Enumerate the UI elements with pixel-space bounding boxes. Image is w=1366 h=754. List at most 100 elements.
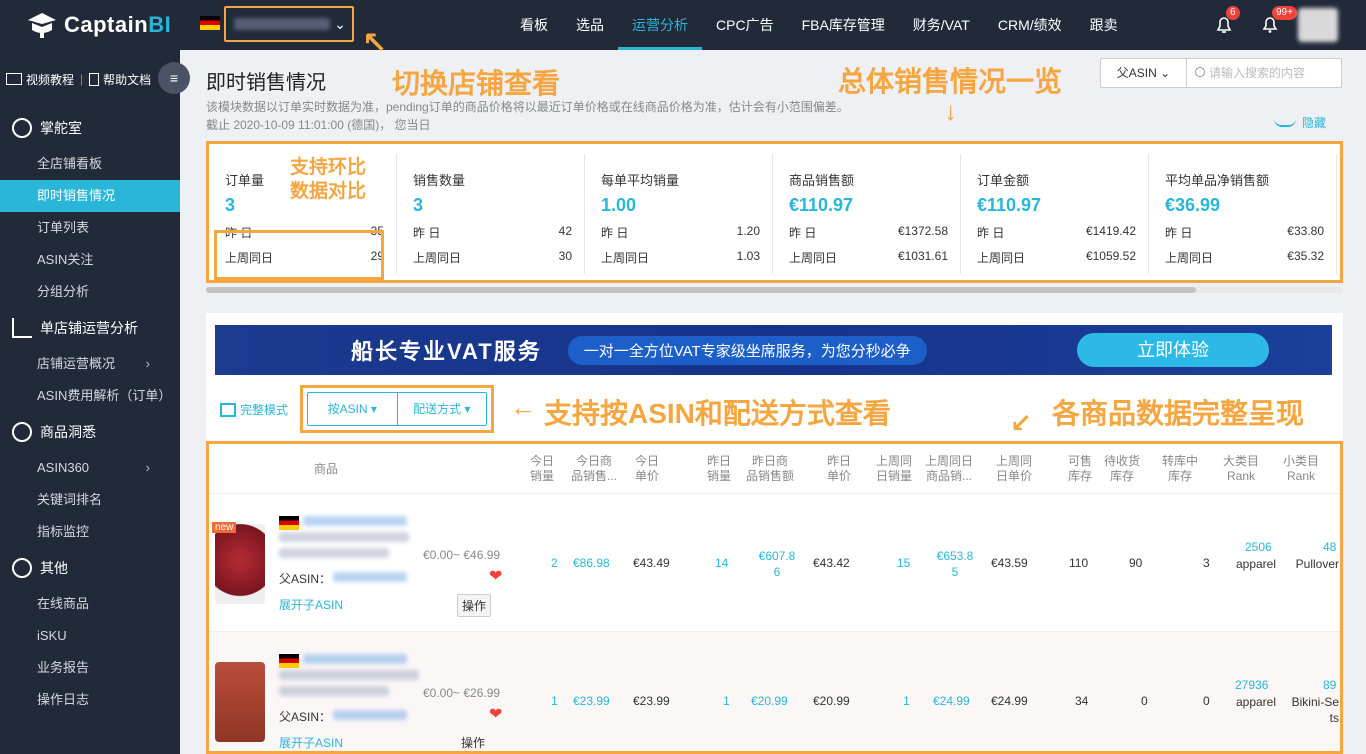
sidebar-group-label: 其他 bbox=[40, 560, 68, 576]
yesterday-qty[interactable]: 1 bbox=[723, 694, 730, 708]
product-image[interactable] bbox=[215, 524, 265, 604]
sidebar-item-metric-monitor[interactable]: 指标监控 bbox=[0, 516, 180, 548]
yesterday-qty[interactable]: 14 bbox=[715, 556, 728, 570]
expand-child-asin[interactable]: 展开子ASIN bbox=[279, 734, 343, 751]
sidebar-item-online-products[interactable]: 在线商品 bbox=[0, 588, 180, 620]
nav-item-operations[interactable]: 运营分析 bbox=[618, 0, 702, 50]
heart-icon[interactable]: ❤ bbox=[489, 566, 502, 586]
lastweek-sales[interactable]: €653.85 bbox=[935, 548, 975, 580]
scrollbar-thumb[interactable] bbox=[206, 287, 1196, 293]
nav-item-finance[interactable]: 财务/VAT bbox=[899, 0, 984, 50]
yesterday-sales[interactable]: €607.86 bbox=[757, 548, 797, 580]
col-today-qty[interactable]: 今日 销量 bbox=[524, 454, 560, 484]
alert-bell-button[interactable]: 6 bbox=[1214, 6, 1240, 34]
sidebar-item-asin360[interactable]: ASIN360 › bbox=[0, 452, 180, 484]
sidebar-item-keyword-rank[interactable]: 关键词排名 bbox=[0, 484, 180, 516]
arrow-left-icon: ← bbox=[510, 392, 536, 422]
product-image[interactable] bbox=[215, 662, 265, 742]
col-lastweek-price[interactable]: 上周同 日单价 bbox=[991, 454, 1037, 484]
help-doc-link[interactable]: 帮助文档 bbox=[103, 71, 151, 88]
sidebar-item-operation-log[interactable]: 操作日志 bbox=[0, 684, 180, 716]
col-transfer-stock[interactable]: 转库中 库存 bbox=[1157, 454, 1203, 484]
sub-rank[interactable]: 48 bbox=[1323, 540, 1336, 554]
notification-bell-button[interactable]: 99+ bbox=[1260, 6, 1297, 34]
today-qty[interactable]: 2 bbox=[551, 556, 558, 570]
nav-item-selection[interactable]: 选品 bbox=[562, 0, 618, 50]
yesterday-price: €43.42 bbox=[813, 556, 850, 570]
card-row-value: 1.03 bbox=[736, 249, 760, 263]
col-sellable-stock[interactable]: 可售 库存 bbox=[1065, 454, 1095, 484]
sidebar-group-other[interactable]: 其他 bbox=[0, 548, 180, 588]
nav-item-dashboard[interactable]: 看板 bbox=[506, 0, 562, 50]
arrow-down-icon: ↓ bbox=[944, 96, 957, 126]
col-today-sales[interactable]: 今日商 品销售... bbox=[567, 454, 621, 484]
operation-button[interactable]: 操作 bbox=[457, 594, 492, 617]
search-input[interactable]: 请输入搜索的内容 bbox=[1187, 59, 1341, 87]
full-mode-toggle[interactable]: 完整模式 bbox=[220, 401, 288, 418]
product-asin-link[interactable] bbox=[303, 654, 407, 664]
filter-by-shipping[interactable]: 配送方式 ▾ bbox=[396, 393, 487, 425]
vat-banner[interactable]: 船长专业VAT服务 一对一全方位VAT专家级坐席服务，为您分秒必争 立即体验 bbox=[215, 325, 1332, 375]
operation-button[interactable]: 操作 bbox=[457, 732, 489, 751]
sidebar-group-insight[interactable]: 商品洞悉 bbox=[0, 412, 180, 452]
main-rank[interactable]: 27936 bbox=[1235, 678, 1268, 692]
sidebar-item-asin-watch[interactable]: ASIN关注 bbox=[0, 244, 180, 276]
today-sales[interactable]: €23.99 bbox=[573, 694, 610, 708]
nav-item-cpc[interactable]: CPC广告 bbox=[702, 0, 788, 50]
heart-icon[interactable]: ❤ bbox=[489, 704, 502, 724]
nav-item-fba[interactable]: FBA库存管理 bbox=[788, 0, 899, 50]
sidebar-item-group-analysis[interactable]: 分组分析 bbox=[0, 276, 180, 308]
col-today-price[interactable]: 今日 单价 bbox=[629, 454, 665, 484]
logo-text-bi: BI bbox=[148, 12, 172, 37]
store-selector[interactable]: ⌄ bbox=[224, 6, 354, 42]
col-yesterday-qty[interactable]: 昨日 销量 bbox=[701, 454, 737, 484]
col-yesterday-price[interactable]: 昨日 单价 bbox=[821, 454, 857, 484]
banner-cta-button[interactable]: 立即体验 bbox=[1077, 333, 1269, 367]
search-bar: 父ASIN ⌄ 请输入搜索的内容 bbox=[1100, 58, 1342, 88]
sub-category: Pullover bbox=[1295, 557, 1339, 571]
filter-by-asin[interactable]: 按ASIN ▾ bbox=[308, 393, 397, 425]
nav-item-follow[interactable]: 跟卖 bbox=[1076, 0, 1132, 50]
main-rank[interactable]: 2506 bbox=[1245, 540, 1272, 554]
sidebar-item-business-report[interactable]: 业务报告 bbox=[0, 652, 180, 684]
sidebar-item-all-store-board[interactable]: 全店铺看板 bbox=[0, 148, 180, 180]
lastweek-qty[interactable]: 1 bbox=[903, 694, 910, 708]
col-sub-rank[interactable]: 小类目 Rank bbox=[1279, 454, 1323, 484]
sidebar-group-helm[interactable]: 掌舵室 bbox=[0, 108, 180, 148]
expand-child-asin[interactable]: 展开子ASIN bbox=[279, 596, 343, 613]
avatar[interactable] bbox=[1298, 8, 1338, 42]
cards-scrollbar[interactable] bbox=[206, 287, 1343, 293]
today-qty[interactable]: 1 bbox=[551, 694, 558, 708]
sidebar-item-order-list[interactable]: 订单列表 bbox=[0, 212, 180, 244]
col-main-rank[interactable]: 大类目 Rank bbox=[1219, 454, 1263, 484]
parent-asin-link[interactable] bbox=[333, 710, 407, 720]
yesterday-sales[interactable]: €20.99 bbox=[751, 694, 788, 708]
transfer-stock: 3 bbox=[1203, 556, 1210, 570]
lastweek-sales[interactable]: €24.99 bbox=[933, 694, 970, 708]
search-type-select[interactable]: 父ASIN ⌄ bbox=[1101, 59, 1187, 87]
sidebar-item-asin-fee[interactable]: ASIN费用解析（订单） bbox=[0, 380, 180, 412]
sub-rank[interactable]: 89 bbox=[1323, 678, 1336, 692]
today-sales[interactable]: €86.98 bbox=[573, 556, 610, 570]
hide-button[interactable]: 隐藏 bbox=[1274, 114, 1326, 131]
sidebar-help-bar: 视频教程 | 帮助文档 bbox=[0, 50, 180, 108]
video-tutorial-link[interactable]: 视频教程 bbox=[26, 71, 74, 88]
captainbi-logo[interactable]: CaptainBI bbox=[26, 10, 171, 40]
parent-asin-link[interactable] bbox=[333, 572, 407, 582]
sidebar-item-store-overview[interactable]: 店铺运营概况 › bbox=[0, 348, 180, 380]
col-lastweek-qty[interactable]: 上周同 日销量 bbox=[871, 454, 917, 484]
card-row-label: 昨 日 bbox=[789, 226, 817, 240]
card-row-value: 1.20 bbox=[736, 224, 760, 238]
col-yesterday-sales[interactable]: 昨日商 品销售额 bbox=[743, 454, 797, 484]
sidebar-group-single-store[interactable]: 单店铺运营分析 bbox=[0, 308, 180, 348]
col-lastweek-sales[interactable]: 上周同日 商品销... bbox=[921, 454, 977, 484]
card-row-label: 上周同日 bbox=[601, 251, 650, 265]
nav-item-crm[interactable]: CRM/绩效 bbox=[984, 0, 1076, 50]
sidebar-item-realtime-sales[interactable]: 即时销售情况 bbox=[0, 180, 180, 212]
product-asin-link[interactable] bbox=[303, 516, 407, 526]
card-avg-net-sales: 平均单品净销售额 €36.99 昨 日 €33.80 上周同日 €35.32 bbox=[1149, 154, 1337, 274]
col-inbound-stock[interactable]: 待收货 库存 bbox=[1099, 454, 1145, 484]
sidebar-item-isku[interactable]: iSKU bbox=[0, 620, 180, 652]
lastweek-qty[interactable]: 15 bbox=[897, 556, 910, 570]
card-row-value: €1419.42 bbox=[1085, 224, 1136, 238]
